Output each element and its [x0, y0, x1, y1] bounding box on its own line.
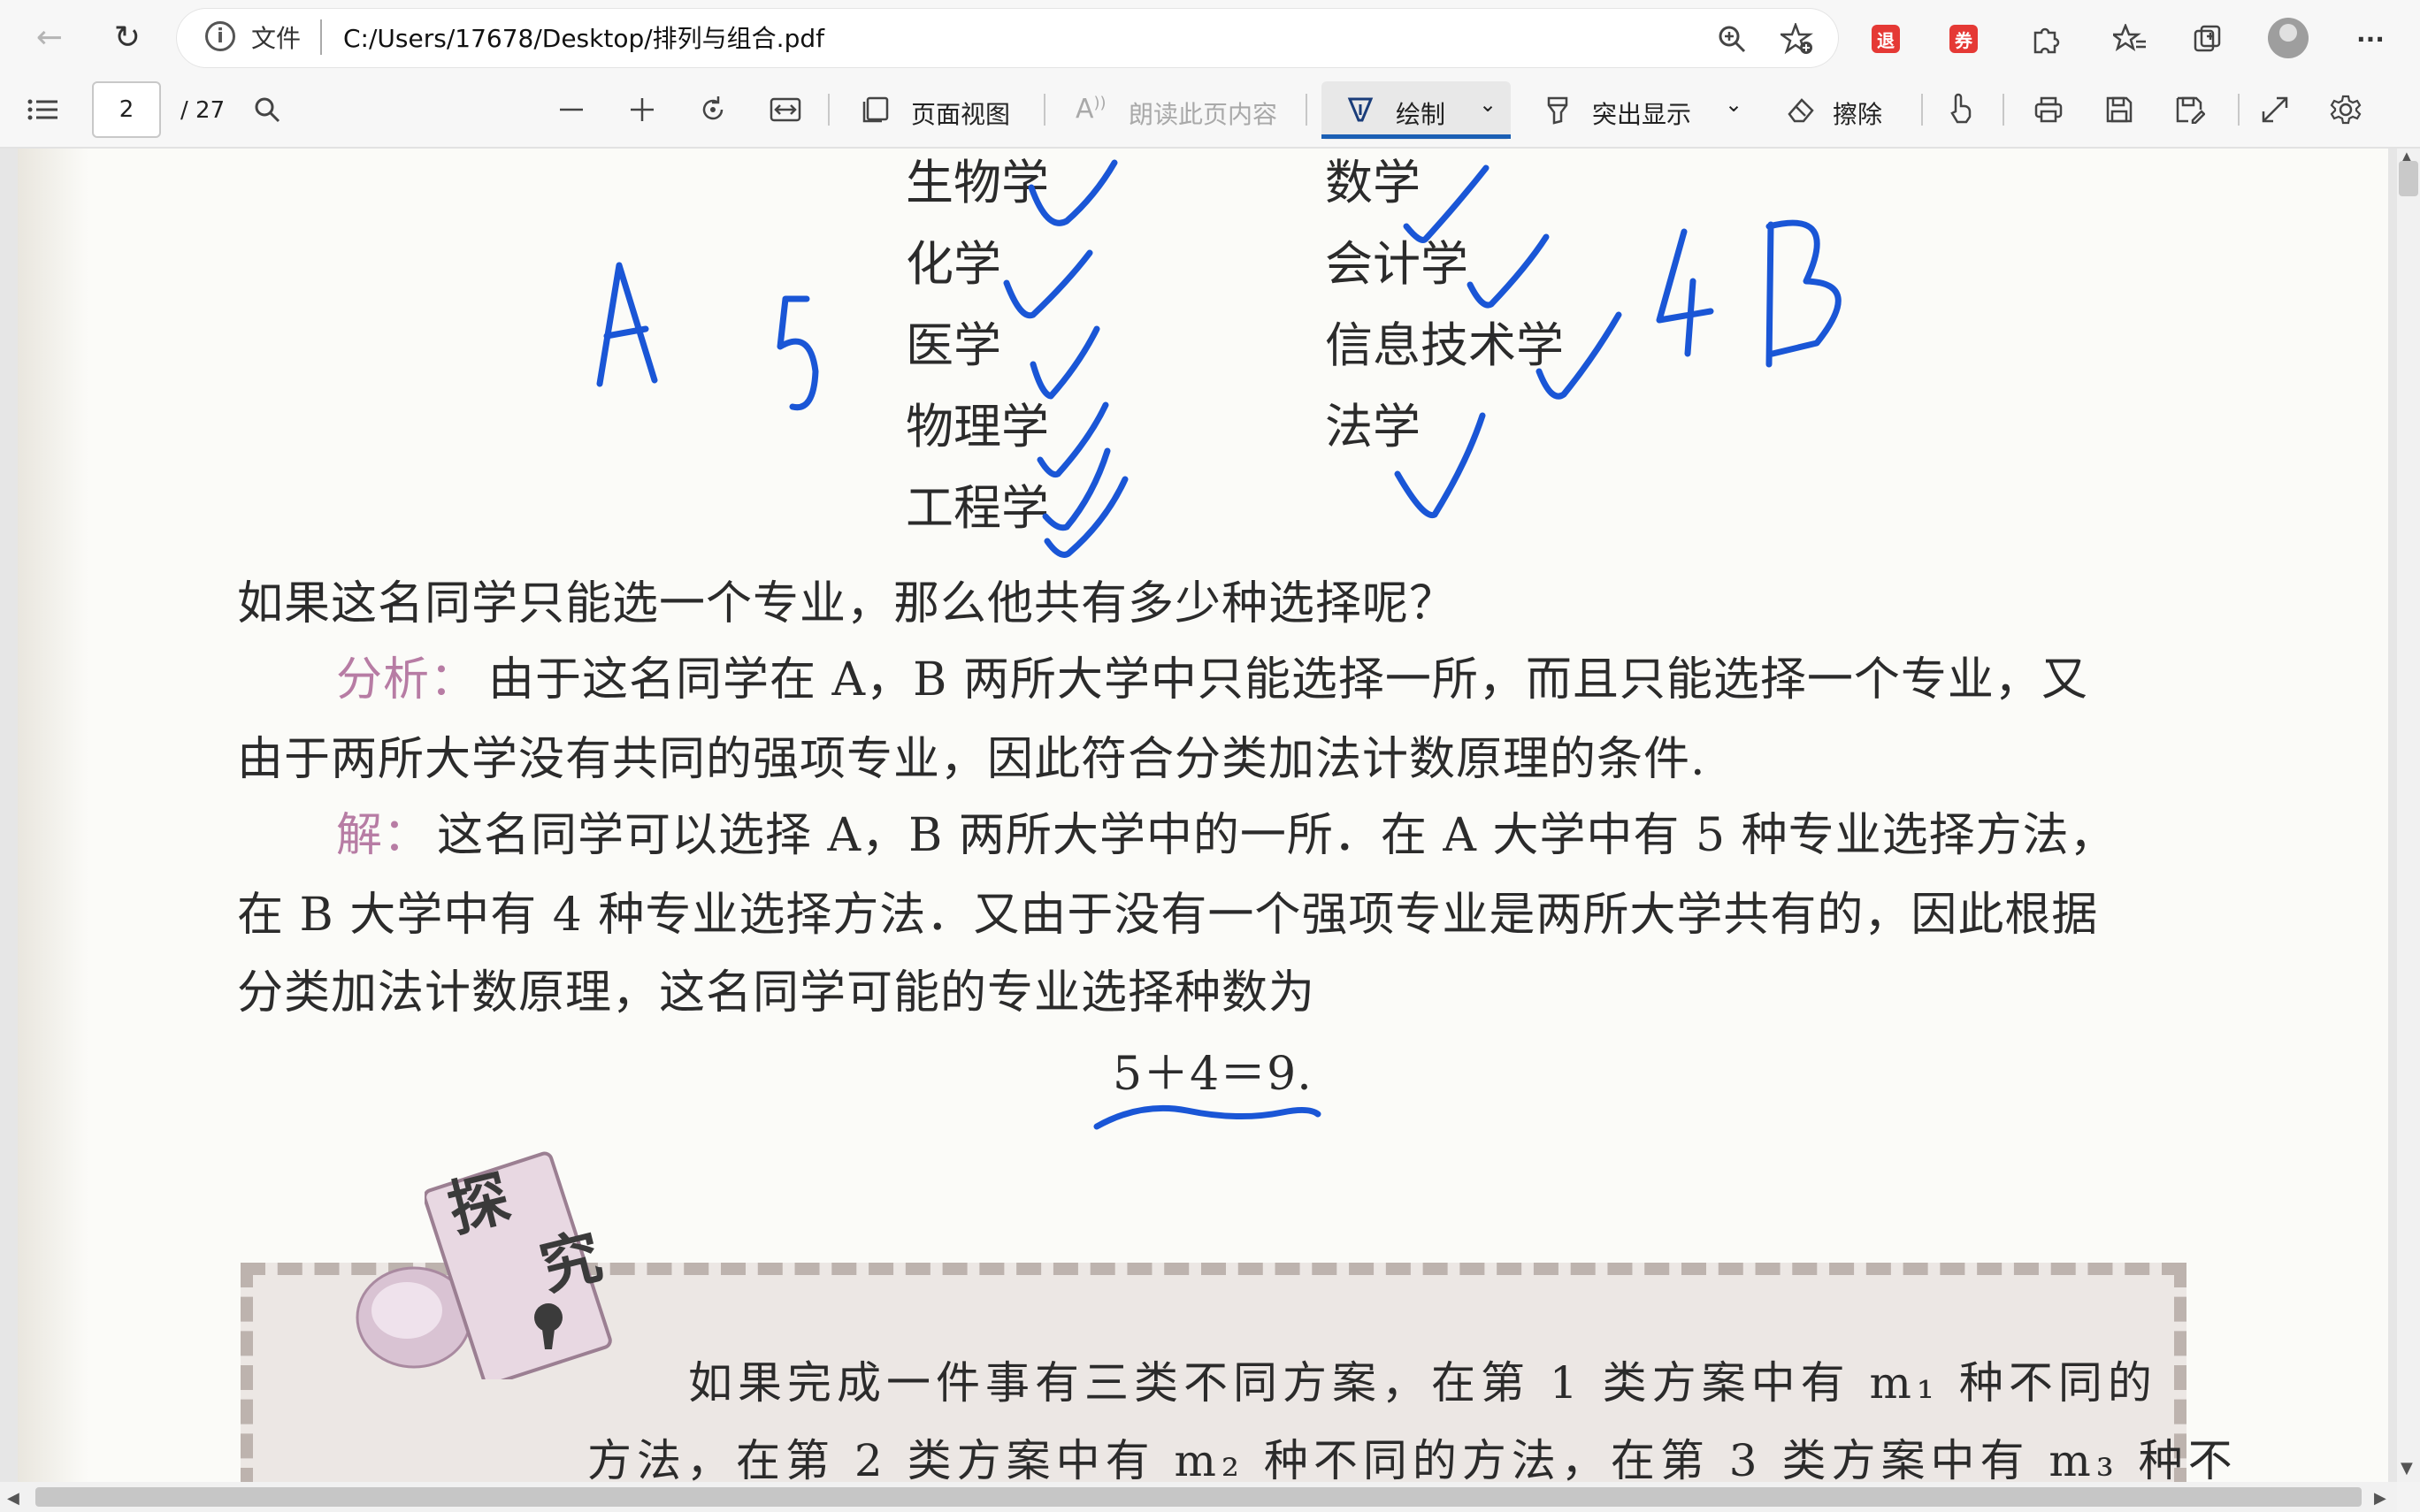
major-b-item: 数学 — [1325, 155, 1421, 210]
major-a-item: 生物学 — [906, 155, 1049, 210]
draw-options-chevron-icon[interactable]: ⌄ — [1479, 92, 1497, 117]
search-icon[interactable] — [244, 87, 290, 133]
major-b-item: 会计学 — [1325, 236, 1468, 292]
extension-badge-1[interactable]: 退 — [1872, 25, 1900, 53]
explore-text: 如果完成一件事有三类不同方案，在第 1 类方案中有 m₁ 种不同的 — [688, 1357, 2157, 1409]
scroll-left-icon[interactable]: ◀ — [7, 1489, 19, 1508]
highlight-icon[interactable] — [1535, 87, 1581, 133]
vertical-scrollbar[interactable] — [2397, 149, 2420, 1482]
highlight-label[interactable]: 突出显示 — [1592, 95, 1691, 131]
extension-badge-2[interactable]: 券 — [1949, 25, 1978, 53]
highlight-options-chevron-icon[interactable]: ⌄ — [1725, 92, 1742, 117]
analysis-text: 由于两所大学没有共同的强项专业，因此符合分类加法计数原理的条件. — [237, 733, 1706, 786]
erase-label[interactable]: 擦除 — [1833, 95, 1882, 131]
save-as-icon[interactable] — [2167, 87, 2213, 133]
major-a-item: 物理学 — [906, 399, 1049, 454]
explore-text: 方法，在第 2 类方案中有 m₂ 种不同的方法，在第 3 类方案中有 m₃ 种不 — [587, 1435, 2238, 1486]
read-aloud-icon: A)) — [1076, 94, 1107, 125]
major-a-item: 医学 — [906, 317, 1001, 373]
draw-label: 绘制 — [1396, 100, 1446, 129]
major-a-item: 化学 — [906, 236, 1001, 292]
question-text: 如果这名同学只能选一个专业，那么他共有多少种选择呢？ — [237, 577, 1457, 630]
solution-text: 在 B 大学中有 4 种专业选择方法．又由于没有一个强项专业是两所大学共有的，因… — [237, 889, 2099, 942]
draw-active-indicator — [1321, 134, 1511, 139]
scroll-down-icon[interactable]: ▼ — [2401, 1459, 2413, 1478]
favorites-icon[interactable] — [2107, 16, 2153, 62]
analysis-label: 分析： — [336, 653, 478, 706]
fullscreen-icon[interactable] — [2252, 87, 2298, 133]
toolbar-divider — [1306, 94, 1307, 126]
major-b-item: 法学 — [1325, 399, 1421, 454]
refresh-icon[interactable]: ↻ — [101, 11, 154, 64]
settings-gear-icon[interactable] — [2323, 87, 2369, 133]
toolbar-divider — [2003, 94, 2004, 126]
draw-pen-icon — [1337, 87, 1383, 133]
fit-width-icon[interactable] — [762, 87, 808, 133]
zoom-icon[interactable] — [1709, 16, 1755, 62]
add-favorite-icon[interactable] — [1774, 16, 1820, 62]
toolbar-divider — [1044, 94, 1045, 126]
address-divider — [320, 19, 322, 55]
page-number-input[interactable]: 2 — [92, 81, 161, 138]
toolbar-divider — [828, 94, 830, 126]
zoom-in-icon[interactable] — [619, 87, 665, 133]
more-menu-icon[interactable]: ··· — [2347, 16, 2393, 62]
major-b-item: 信息技术学 — [1325, 317, 1564, 373]
page-total: / 27 — [180, 97, 226, 124]
touch-write-icon[interactable] — [1937, 85, 1983, 131]
collections-icon[interactable] — [2185, 16, 2231, 62]
page-view-icon[interactable] — [853, 87, 899, 133]
major-a-item: 工程学 — [906, 480, 1049, 536]
page-shadow-edge — [18, 149, 88, 1482]
page-view-label[interactable]: 页面视图 — [911, 95, 1010, 131]
address-scheme-label: 文件 — [251, 24, 302, 53]
print-icon[interactable] — [2026, 87, 2072, 133]
toolbar-divider — [1921, 94, 1923, 126]
read-aloud-label: 朗读此页内容 — [1129, 100, 1278, 129]
eraser-icon[interactable] — [1778, 87, 1824, 133]
info-icon[interactable]: i — [205, 21, 235, 51]
address-url[interactable]: C:/Users/17678/Desktop/排列与组合.pdf — [343, 19, 824, 55]
solution-text: 分类加法计数原理，这名同学可能的专业选择种数为 — [237, 966, 1316, 1019]
contents-list-icon[interactable] — [19, 87, 65, 133]
extensions-icon[interactable] — [2022, 16, 2068, 62]
toolbar-divider — [2238, 94, 2240, 126]
zoom-out-icon[interactable] — [548, 87, 594, 133]
horizontal-scroll-thumb[interactable] — [35, 1487, 2362, 1507]
scroll-right-icon[interactable]: ▶ — [2374, 1489, 2386, 1508]
solution-text: 这名同学可以选择 A，B 两所大学中的一所．在 A 大学中有 5 种专业选择方法… — [437, 809, 2117, 862]
analysis-text: 由于这名同学在 A，B 两所大学中只能选择一所，而且只能选择一个专业，又 — [488, 653, 2088, 706]
solution-label: 解： — [336, 809, 431, 862]
save-icon[interactable] — [2096, 87, 2142, 133]
vertical-scroll-thumb[interactable] — [2399, 161, 2418, 196]
equation: 5＋4＝9. — [1113, 1048, 1313, 1101]
rotate-icon[interactable] — [690, 87, 736, 133]
back-arrow-icon[interactable]: ← — [23, 11, 76, 64]
profile-avatar[interactable] — [2268, 18, 2309, 58]
